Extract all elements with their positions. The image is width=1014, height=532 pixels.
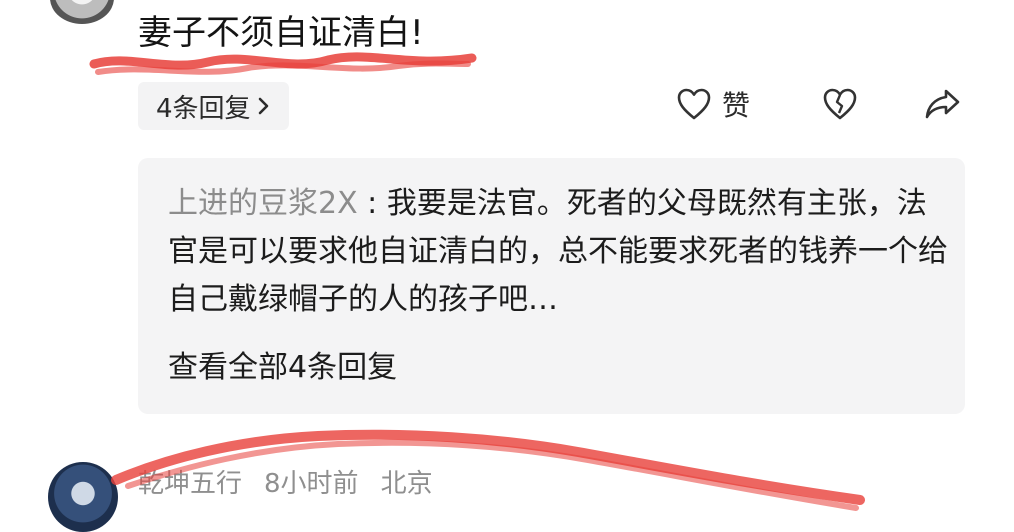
like-button[interactable]: 赞 xyxy=(676,82,750,126)
reply-username[interactable]: 上进的豆浆2X xyxy=(168,186,358,221)
broken-heart-icon xyxy=(823,88,857,120)
heart-outline-icon xyxy=(677,88,711,120)
red-underline-annotation xyxy=(89,52,477,75)
share-arrow-icon xyxy=(925,89,960,119)
reply-preview-text: 上进的豆浆2X : 我要是法官。死者的父母既然有主张，法官是可以要求他自证清白的… xyxy=(168,180,948,324)
reply-preview-box[interactable]: 上进的豆浆2X : 我要是法官。死者的父母既然有主张，法官是可以要求他自证清白的… xyxy=(138,158,965,414)
red-underline-annotation xyxy=(111,429,865,511)
view-all-replies-link[interactable]: 查看全部4条回复 xyxy=(168,346,397,390)
chevron-right-icon xyxy=(258,97,268,115)
like-label: 赞 xyxy=(722,89,751,122)
share-button[interactable] xyxy=(924,82,962,126)
replies-label: 4条回复 xyxy=(156,93,251,124)
avatar[interactable] xyxy=(50,0,114,24)
reply-separator: : xyxy=(357,186,387,221)
dislike-button[interactable] xyxy=(822,82,858,126)
replies-button[interactable]: 4条回复 xyxy=(138,82,289,130)
